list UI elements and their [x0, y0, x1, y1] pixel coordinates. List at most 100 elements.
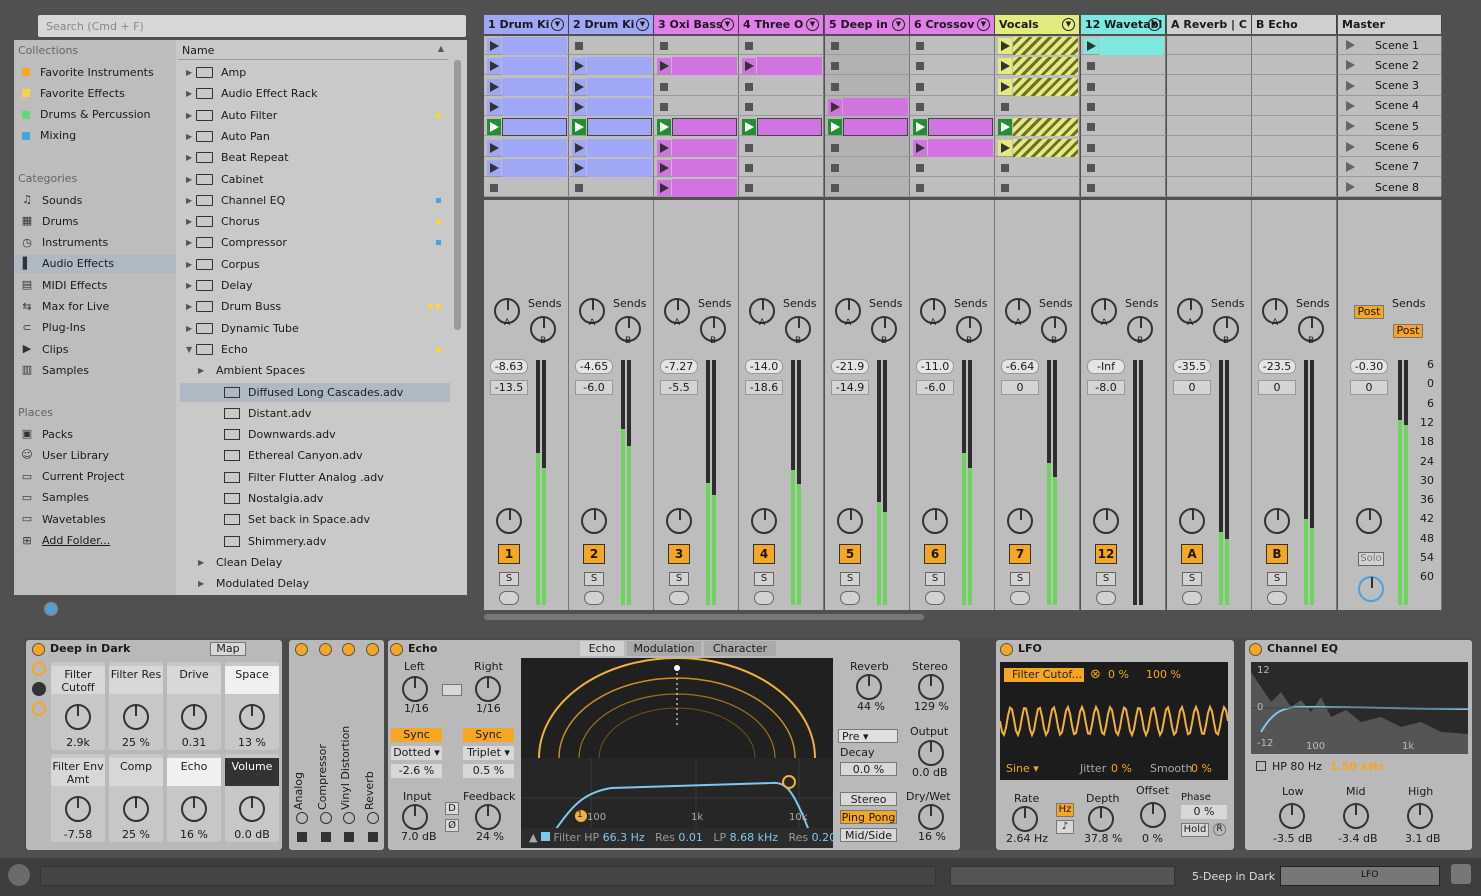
clip-slot[interactable] — [1167, 178, 1252, 198]
list-item[interactable]: ▶ Auto Filter — [180, 106, 450, 125]
clip-slot[interactable] — [1167, 56, 1252, 76]
arm-button[interactable] — [1096, 591, 1116, 605]
stop-icon[interactable] — [831, 42, 839, 50]
stop-icon[interactable] — [1087, 102, 1095, 111]
scene-launch[interactable]: Scene 3 — [1338, 77, 1441, 96]
post-button[interactable]: Post — [1393, 324, 1423, 338]
track-header[interactable]: 3 Oxi Bass ▼ — [654, 15, 739, 34]
stop-icon[interactable] — [745, 102, 753, 111]
clip[interactable] — [672, 138, 737, 157]
clip[interactable] — [672, 118, 737, 137]
eq-hp-label[interactable]: HP 80 Hz — [1272, 760, 1322, 773]
clip[interactable] — [1013, 138, 1078, 157]
macro-knob[interactable]: Filter Cutoff 2.9k — [51, 662, 105, 750]
clip-launch-button[interactable] — [998, 139, 1012, 156]
lfo-jitter-value[interactable]: 0 % — [1111, 762, 1132, 775]
clip-launch-button[interactable] — [572, 78, 586, 95]
lfo-hold-button[interactable]: Hold — [1181, 823, 1209, 837]
track-header[interactable]: 4 Three O ▼ — [739, 15, 824, 34]
track-volume[interactable]: -23.5 — [1258, 359, 1296, 374]
right-sync-button[interactable]: Sync — [463, 728, 514, 742]
lfo-power-button[interactable] — [1000, 643, 1013, 656]
track-pan[interactable]: 0 — [1258, 380, 1296, 395]
clip-launch-button[interactable] — [657, 159, 671, 176]
eq-display[interactable] — [1251, 662, 1468, 754]
clip-launch-button[interactable] — [1084, 38, 1098, 54]
chevron-right-icon[interactable]: ▶ — [186, 68, 196, 77]
track-activator-button[interactable]: 6 — [924, 544, 946, 564]
mid-side-button[interactable]: Mid/Side — [840, 828, 897, 842]
chain-device-knob-icon[interactable] — [343, 812, 355, 824]
place-item[interactable]: ☺ User Library — [14, 446, 170, 464]
chevron-right-icon[interactable]: ▶ — [198, 579, 208, 588]
collection-item[interactable]: Drums & Percussion — [14, 106, 170, 124]
pan-knob[interactable] — [1007, 508, 1033, 534]
clip-launch-button[interactable] — [998, 78, 1012, 95]
clip-launch-button[interactable] — [998, 58, 1012, 75]
chain-device-save-icon[interactable] — [367, 832, 378, 842]
left-offset-field[interactable]: -2.6 % — [391, 764, 442, 778]
stop-icon[interactable] — [916, 42, 924, 50]
track-dropdown-icon[interactable]: ▼ — [636, 18, 649, 31]
track-pan[interactable]: -8.0 — [1087, 380, 1125, 395]
reverb-knob[interactable] — [856, 674, 882, 700]
link-icon[interactable] — [442, 684, 462, 696]
list-item[interactable]: ▶ Drum Buss — [180, 297, 450, 316]
solo-button[interactable]: S — [1182, 572, 1202, 586]
chain-device-save-icon[interactable] — [297, 832, 307, 842]
lfo-clear-icon[interactable]: ⊗ — [1090, 667, 1101, 682]
collection-item[interactable]: Favorite Instruments — [14, 63, 170, 81]
clip[interactable] — [502, 57, 567, 76]
clip[interactable] — [502, 118, 567, 137]
stereo-knob[interactable] — [918, 674, 944, 700]
arm-button[interactable] — [925, 591, 945, 605]
clip-launch-button[interactable] — [572, 159, 586, 176]
stop-icon[interactable] — [745, 82, 753, 91]
clip[interactable] — [587, 138, 652, 157]
stop-icon[interactable] — [575, 184, 583, 193]
clip[interactable] — [587, 77, 652, 96]
track-activator-button[interactable]: A — [1181, 544, 1203, 564]
macro-knob[interactable]: Space 13 % — [225, 662, 279, 750]
arm-button[interactable] — [754, 591, 774, 605]
chain-device-label[interactable]: Compressor — [316, 744, 336, 810]
chain-device-knob-icon[interactable] — [296, 812, 308, 824]
category-item[interactable]: ▦ Drums — [14, 212, 176, 230]
clip-launch-button[interactable] — [657, 58, 671, 75]
ping-pong-button[interactable]: Ping Pong — [840, 810, 897, 824]
track-volume[interactable]: -35.5 — [1173, 359, 1211, 374]
chevron-right-icon[interactable]: ▶ — [186, 324, 196, 333]
stop-icon[interactable] — [831, 143, 839, 152]
stop-icon[interactable] — [1001, 102, 1009, 111]
right-time-knob[interactable] — [475, 676, 501, 702]
clip[interactable] — [757, 57, 822, 76]
solo-button[interactable]: S — [840, 572, 860, 586]
track-header[interactable]: 12 Wavetabl ▼ — [1081, 15, 1166, 34]
macro-dial[interactable] — [181, 704, 207, 730]
clip-launch-button[interactable] — [487, 58, 501, 75]
pan-knob[interactable] — [1264, 508, 1290, 534]
scene-launch[interactable]: Scene 6 — [1338, 138, 1441, 157]
stop-icon[interactable] — [745, 184, 753, 193]
category-item[interactable]: ▥ Samples — [14, 361, 176, 379]
clip-launch-button[interactable] — [572, 98, 586, 115]
clip-launch-button[interactable] — [572, 58, 586, 75]
chain-device-label[interactable]: Reverb — [363, 771, 383, 810]
macro-dial[interactable] — [65, 704, 91, 730]
clip-slot[interactable] — [1252, 56, 1337, 76]
track-header[interactable]: 1 Drum Ki ▼ — [484, 15, 569, 34]
track-volume[interactable]: -14.0 — [745, 359, 783, 374]
stop-icon[interactable] — [490, 184, 498, 193]
chevron-right-icon[interactable]: ▶ — [186, 196, 196, 205]
chain-device-power[interactable] — [342, 643, 355, 656]
rack-power-button[interactable] — [32, 643, 45, 656]
list-item[interactable]: ▶ Auto Pan — [180, 127, 450, 146]
scene-launch[interactable]: Scene 4 — [1338, 97, 1441, 116]
clip-slot[interactable] — [1167, 158, 1252, 177]
detail-toggle-icon[interactable] — [1451, 864, 1471, 884]
chain-device-power[interactable] — [365, 643, 379, 656]
track-pan[interactable]: -6.0 — [575, 380, 613, 395]
stop-icon[interactable] — [575, 42, 583, 50]
track-activator-button[interactable]: B — [1266, 544, 1288, 564]
clip-launch-button[interactable] — [487, 38, 501, 54]
